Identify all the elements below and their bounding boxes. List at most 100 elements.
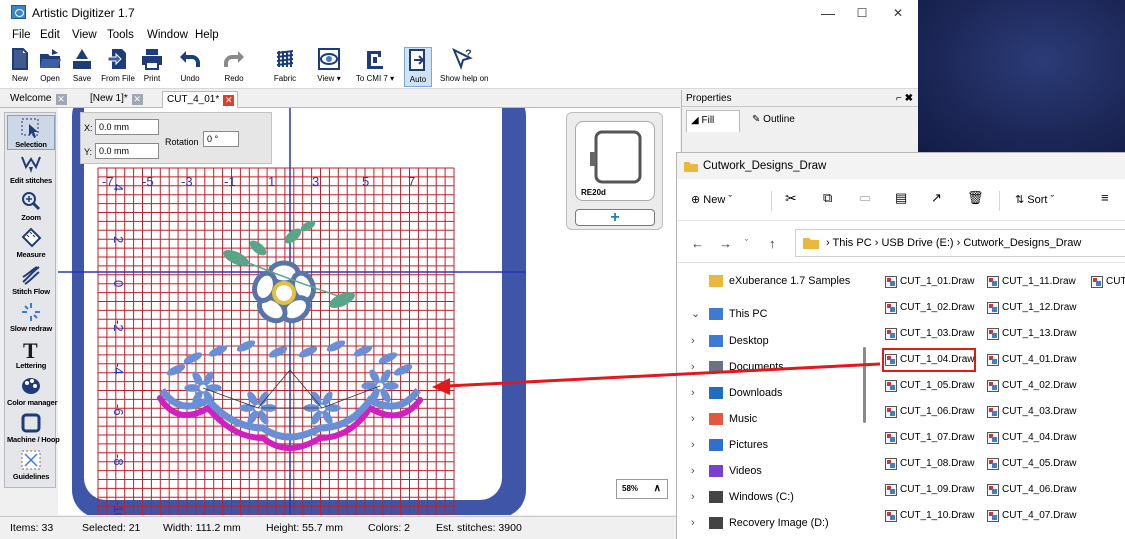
color-manager-tool[interactable]: Color manager	[7, 374, 58, 409]
new-menu-button[interactable]: ⊕ New ˇ	[691, 193, 732, 206]
tab-welcome[interactable]: Welcome ✕	[6, 91, 72, 108]
chevron-right-icon[interactable]: ›	[691, 434, 695, 456]
new-button[interactable]: New	[8, 47, 32, 87]
rename-icon[interactable]: ▤	[895, 190, 907, 206]
stitch-flow-tool[interactable]: Stitch Flow	[7, 263, 55, 298]
print-button[interactable]: Print	[138, 47, 166, 87]
back-arrow-icon[interactable]: ←	[691, 236, 704, 251]
file-item[interactable]: CUT_1_13.Draw	[987, 325, 1076, 343]
nav-item[interactable]: › Music	[677, 408, 864, 430]
open-button[interactable]: Open	[36, 47, 64, 87]
file-item[interactable]: CUT_1_04.Draw	[882, 348, 976, 372]
undo-button[interactable]: Undo	[170, 47, 210, 87]
tab-close-icon[interactable]: ✕	[223, 95, 235, 106]
delete-icon[interactable]: 🗑	[967, 190, 984, 206]
chevron-right-icon[interactable]: ›	[691, 408, 695, 430]
tab-outline[interactable]: ✎ Outline	[748, 110, 812, 132]
show-help-button[interactable]: ? Show help on	[440, 47, 488, 87]
nav-item[interactable]: eXuberance 1.7 Samples	[677, 270, 864, 292]
file-item[interactable]: CUT_4_06.Draw	[987, 481, 1076, 499]
nav-item[interactable]: ⌄ This PC	[677, 303, 864, 325]
view-button[interactable]: View ▾	[312, 47, 346, 87]
file-item[interactable]: CUT_4_01.Draw	[987, 351, 1076, 369]
file-item[interactable]: CUT_1_12.Draw	[987, 299, 1076, 317]
chevron-right-icon[interactable]: ›	[691, 356, 695, 378]
file-item[interactable]: CUT	[1091, 273, 1125, 291]
minimize-button[interactable]: —	[818, 4, 838, 22]
paste-icon[interactable]: ▭	[859, 190, 871, 206]
up-arrow-icon[interactable]: ↑	[769, 236, 776, 251]
file-item[interactable]: CUT_1_02.Draw	[885, 299, 974, 317]
close-button[interactable]: ✕	[888, 4, 908, 22]
file-item[interactable]: CUT_1_03.Draw	[885, 325, 974, 343]
menu-window[interactable]: Window	[147, 29, 188, 41]
selection-tool[interactable]: Selection	[7, 115, 55, 150]
tab-close-icon[interactable]: ✕	[131, 94, 143, 105]
breadcrumb-folder[interactable]: Cutwork_Designs_Draw	[963, 237, 1081, 249]
chevron-right-icon[interactable]: ›	[691, 330, 695, 352]
to-cmi-button[interactable]: To CMI 7 ▾	[352, 47, 398, 87]
redo-button[interactable]: Redo	[214, 47, 254, 87]
from-file-button[interactable]: From File	[100, 47, 136, 87]
x-position-field[interactable]: 0.0 mm	[95, 119, 159, 135]
zoom-control[interactable]: 58% ∧	[616, 479, 668, 499]
nav-scrollbar[interactable]	[863, 347, 866, 423]
nav-item[interactable]: › Videos	[677, 460, 864, 482]
rotation-field[interactable]: 0 °	[203, 131, 239, 147]
copy-icon[interactable]: ⧉	[823, 190, 832, 206]
file-item[interactable]: CUT_1_05.Draw	[885, 377, 974, 395]
menu-view[interactable]: View	[72, 29, 97, 41]
file-item[interactable]: CUT_4_04.Draw	[987, 429, 1076, 447]
file-item[interactable]: CUT_4_05.Draw	[987, 455, 1076, 473]
nav-item[interactable]: › Documents	[677, 356, 864, 378]
view-options-icon[interactable]: ≡	[1101, 190, 1109, 205]
edit-stitches-tool[interactable]: Edit stitches	[7, 152, 55, 187]
chevron-right-icon[interactable]: ›	[691, 512, 695, 534]
file-item[interactable]: CUT_1_06.Draw	[885, 403, 974, 421]
nav-item[interactable]: › Windows (C:)	[677, 486, 864, 508]
file-item[interactable]: CUT_4_02.Draw	[987, 377, 1076, 395]
nav-item[interactable]: › Pictures	[677, 434, 864, 456]
file-item[interactable]: CUT_4_07.Draw	[987, 507, 1076, 525]
tab-close-icon[interactable]: ✕	[55, 94, 67, 105]
cut-icon[interactable]: ✂	[785, 190, 797, 207]
fabric-button[interactable]: Fabric	[268, 47, 302, 87]
nav-item[interactable]: › Recovery Image (D:)	[677, 512, 864, 534]
file-item[interactable]: CUT_1_07.Draw	[885, 429, 974, 447]
recent-chevron-icon[interactable]: ˇ	[745, 238, 748, 248]
panel-close-icon[interactable]: ✖	[905, 93, 913, 104]
nav-item[interactable]: › Downloads	[677, 382, 864, 404]
pin-icon[interactable]: ⌐	[896, 93, 902, 104]
menu-edit[interactable]: Edit	[40, 29, 60, 41]
hoop-card[interactable]: RE20d +	[566, 112, 663, 230]
sort-menu-button[interactable]: ⇅ Sort ˇ	[1015, 193, 1054, 206]
file-item[interactable]: CUT_1_10.Draw	[885, 507, 974, 525]
nav-item[interactable]: › Desktop	[677, 330, 864, 352]
chevron-down-icon[interactable]: ⌄	[691, 303, 700, 325]
chevron-right-icon[interactable]: ›	[691, 460, 695, 482]
slow-redraw-tool[interactable]: Slow redraw	[7, 300, 55, 335]
lettering-tool[interactable]: T Lettering	[7, 337, 55, 372]
address-bar[interactable]: › This PC › USB Drive (E:) › Cutwork_Des…	[795, 229, 1125, 257]
tab-fill[interactable]: ◢ Fill	[686, 110, 740, 132]
file-item[interactable]: CUT_1_09.Draw	[885, 481, 974, 499]
add-hoop-button[interactable]: +	[575, 209, 655, 226]
file-item[interactable]: CUT_4_03.Draw	[987, 403, 1076, 421]
share-icon[interactable]: ↗	[931, 190, 942, 206]
auto-button[interactable]: Auto	[404, 47, 432, 87]
chevron-right-icon[interactable]: ›	[691, 486, 695, 508]
chevron-right-icon[interactable]: ›	[691, 382, 695, 404]
file-item[interactable]: CUT_1_08.Draw	[885, 455, 974, 473]
forward-arrow-icon[interactable]: →	[719, 236, 732, 251]
save-button[interactable]: Save	[68, 47, 96, 87]
measure-tool[interactable]: Measure	[7, 226, 55, 261]
file-item[interactable]: CUT_1_11.Draw	[987, 273, 1076, 291]
guidelines-tool[interactable]: Guidelines	[7, 448, 55, 483]
menu-tools[interactable]: Tools	[107, 29, 134, 41]
tab-cut-4-01[interactable]: CUT_4_01* ✕	[162, 91, 238, 108]
zoom-tool[interactable]: Zoom	[7, 189, 55, 224]
breadcrumb-usb-drive[interactable]: USB Drive (E:)	[881, 237, 953, 249]
breadcrumb-this-pc[interactable]: This PC	[833, 237, 872, 249]
zoom-caret-icon[interactable]: ∧	[654, 480, 661, 498]
y-position-field[interactable]: 0.0 mm	[95, 143, 159, 159]
